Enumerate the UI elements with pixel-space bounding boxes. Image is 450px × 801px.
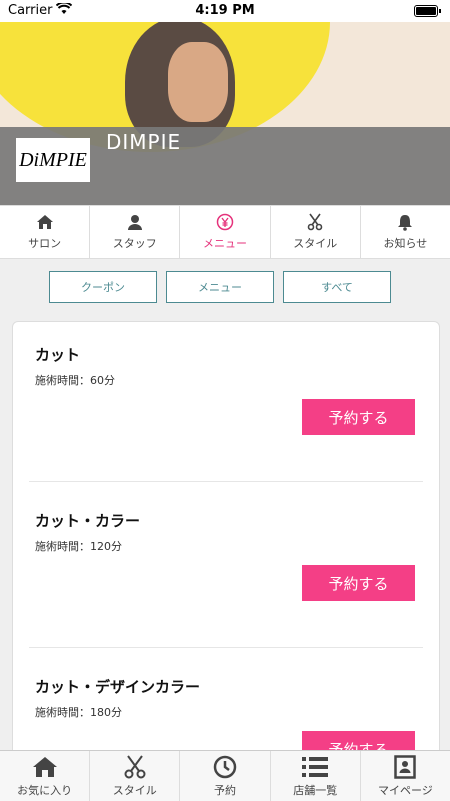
home-icon (32, 754, 58, 780)
menu-item-duration: 施術時間：60分 (35, 374, 115, 387)
menu-item-duration: 施術時間：120分 (35, 540, 122, 553)
menu-item-name: カット (35, 346, 81, 364)
battery-icon (414, 5, 441, 17)
scissors-icon (123, 754, 147, 780)
clock-time: 4:19 PM (195, 3, 255, 18)
scissors-icon (307, 213, 323, 231)
filter-all-button[interactable]: すべて (283, 271, 391, 303)
list-icon (301, 754, 329, 780)
book-button[interactable]: 予約する (302, 399, 415, 435)
bottom-tab-style[interactable]: スタイル (90, 751, 181, 801)
bottom-tab-favorites[interactable]: お気に入り (0, 751, 91, 801)
bottom-tab-mypage[interactable]: マイページ (361, 751, 450, 801)
tab-label: スタイル (293, 237, 338, 250)
divider (29, 647, 423, 648)
book-button[interactable]: 予約する (302, 565, 415, 601)
tab-label: メニュー (203, 237, 247, 250)
menu-item-name: カット・カラー (35, 512, 141, 530)
bell-icon (397, 213, 413, 231)
bottom-tab-stores[interactable]: 店舗一覧 (271, 751, 361, 801)
bottom-tab-bar: お気に入り スタイル 予約 店舗一覧 マイページ (0, 750, 450, 801)
filter-coupon-button[interactable]: クーポン (49, 271, 157, 303)
bottom-tab-reserve[interactable]: 予約 (180, 751, 271, 801)
status-bar: Carrier 4:19 PM (0, 0, 450, 22)
profile-card-icon (394, 754, 417, 780)
bottom-tab-label: マイページ (378, 784, 433, 797)
salon-hero-image: DiMPIE DIMPIE (0, 22, 450, 205)
tab-staff[interactable]: スタッフ (90, 206, 181, 258)
bottom-tab-label: スタイル (112, 784, 157, 797)
menu-list-card: カット 施術時間：60分 予約する カット・カラー 施術時間：120分 予約する… (12, 321, 440, 783)
filter-menu-button[interactable]: メニュー (166, 271, 274, 303)
menu-item: カット・カラー 施術時間：120分 予約する (13, 488, 439, 648)
salon-tabs: サロン スタッフ メニュー スタイル お知らせ (0, 205, 450, 259)
person-icon (127, 213, 143, 231)
bottom-tab-label: お気に入り (17, 784, 73, 797)
menu-item: カット 施術時間：60分 予約する (13, 322, 439, 482)
tab-label: サロン (28, 237, 62, 250)
home-icon (36, 213, 54, 231)
bottom-tab-label: 予約 (214, 784, 236, 797)
yen-icon (216, 213, 234, 231)
tab-menu[interactable]: メニュー (180, 206, 271, 258)
clock-icon (213, 754, 237, 780)
tab-salon[interactable]: サロン (0, 206, 91, 258)
tab-label: スタッフ (112, 237, 157, 250)
menu-item-duration: 施術時間：180分 (35, 706, 122, 719)
tab-news[interactable]: お知らせ (361, 206, 450, 258)
salon-name: DIMPIE (106, 130, 182, 154)
tab-style[interactable]: スタイル (271, 206, 361, 258)
salon-logo: DiMPIE (16, 138, 90, 182)
tab-label: お知らせ (383, 237, 428, 250)
menu-item-name: カット・デザインカラー (35, 678, 201, 696)
bottom-tab-label: 店舗一覧 (293, 784, 338, 797)
filter-group: クーポン メニュー すべて (0, 271, 450, 305)
person-face-shape (168, 42, 228, 122)
divider (29, 481, 423, 482)
